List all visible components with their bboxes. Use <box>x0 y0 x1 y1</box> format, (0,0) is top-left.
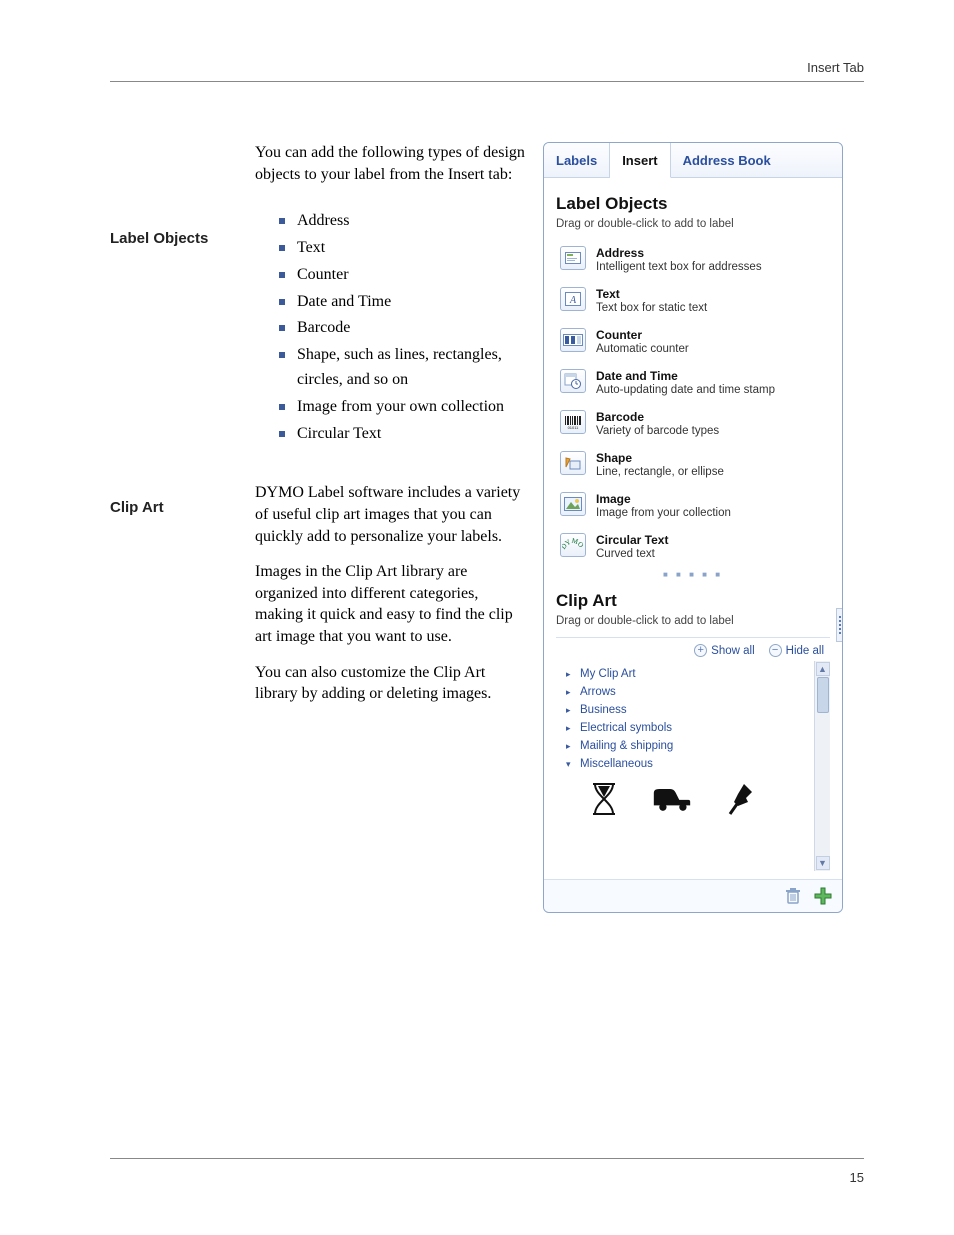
delete-clipart-button[interactable] <box>782 886 804 906</box>
clipart-category[interactable]: My Clip Art <box>566 665 812 683</box>
clipart-category[interactable]: Electrical symbols <box>566 719 812 737</box>
object-desc: Automatic counter <box>596 343 689 355</box>
object-item-address[interactable]: Address Intelligent text box for address… <box>556 240 830 281</box>
object-desc: Variety of barcode types <box>596 425 719 437</box>
object-title: Counter <box>596 328 689 342</box>
tab-insert[interactable]: Insert <box>610 143 670 178</box>
svg-text:A: A <box>569 295 577 306</box>
list-item: Date and Time <box>279 290 525 315</box>
clipart-paragraph: You can also customize the Clip Art libr… <box>255 662 525 705</box>
object-item-image[interactable]: Image Image from your collection <box>556 486 830 527</box>
text-icon: A <box>560 287 586 311</box>
clipart-thumb-pushpin[interactable] <box>720 781 760 817</box>
minus-icon: − <box>769 644 782 657</box>
show-all-button[interactable]: + Show all <box>694 644 754 657</box>
object-title: Image <box>596 492 731 506</box>
object-desc: Text box for static text <box>596 302 707 314</box>
list-item: Counter <box>279 263 525 288</box>
tab-labels[interactable]: Labels <box>544 143 610 177</box>
object-desc: Line, rectangle, or ellipse <box>596 466 724 478</box>
trash-icon <box>785 887 801 905</box>
panel-heading-label-objects: Label Objects <box>556 194 830 214</box>
circular-text-icon: DYMODYMO <box>560 533 586 557</box>
plus-icon <box>814 887 832 905</box>
object-title: Shape <box>596 451 724 465</box>
clipart-paragraph: Images in the Clip Art library are organ… <box>255 561 525 647</box>
list-item: Barcode <box>279 316 525 341</box>
object-title: Barcode <box>596 410 719 424</box>
counter-icon <box>560 328 586 352</box>
scroll-down-arrow-icon[interactable]: ▼ <box>816 856 830 870</box>
clipart-category[interactable]: Miscellaneous <box>566 755 812 773</box>
object-desc: Image from your collection <box>596 507 731 519</box>
heading-clip-art: Clip Art <box>110 499 255 516</box>
barcode-icon: 01011 <box>560 410 586 434</box>
object-item-datetime[interactable]: Date and Time Auto-updating date and tim… <box>556 363 830 404</box>
clipart-category[interactable]: Arrows <box>566 683 812 701</box>
object-item-text[interactable]: A Text Text box for static text <box>556 281 830 322</box>
list-item: Address <box>279 209 525 234</box>
page-header-breadcrumb: Insert Tab <box>110 60 864 82</box>
page-number: 15 <box>850 1170 864 1185</box>
panel-hint-clip-art: Drag or double-click to add to label <box>556 615 830 627</box>
panel-hint-label-objects: Drag or double-click to add to label <box>556 218 830 230</box>
label-objects-bullet-list: Address Text Counter Date and Time Barco… <box>255 209 525 446</box>
add-clipart-button[interactable] <box>812 886 834 906</box>
insert-panel: Labels Insert Address Book Label Objects… <box>543 142 843 913</box>
object-item-circular-text[interactable]: DYMODYMO Circular Text Curved text <box>556 527 830 568</box>
list-item: Text <box>279 236 525 261</box>
panel-resize-handle[interactable] <box>836 608 843 642</box>
svg-text:01011: 01011 <box>568 425 580 429</box>
footer-rule <box>110 1158 864 1159</box>
object-item-counter[interactable]: Counter Automatic counter <box>556 322 830 363</box>
object-title: Text <box>596 287 707 301</box>
panel-heading-clip-art: Clip Art <box>556 591 830 611</box>
heading-label-objects: Label Objects <box>110 230 255 247</box>
intro-paragraph: You can add the following types of desig… <box>255 142 525 185</box>
address-icon <box>560 246 586 270</box>
object-title: Date and Time <box>596 369 775 383</box>
hide-all-label: Hide all <box>786 645 824 657</box>
clipart-scrollbar[interactable]: ▲ ▼ <box>814 661 830 871</box>
scroll-thumb[interactable] <box>817 677 829 713</box>
list-item: Circular Text <box>279 422 525 447</box>
svg-text:DYMO: DYMO <box>562 538 584 551</box>
image-icon <box>560 492 586 516</box>
clipart-thumb-hourglass[interactable] <box>584 781 624 817</box>
clipart-paragraph: DYMO Label software includes a variety o… <box>255 482 525 547</box>
plus-icon: + <box>694 644 707 657</box>
object-title: Address <box>596 246 762 260</box>
section-divider-dots: ■ ■ ■ ■ ■ <box>556 568 830 585</box>
object-item-shape[interactable]: Shape Line, rectangle, or ellipse <box>556 445 830 486</box>
datetime-icon <box>560 369 586 393</box>
panel-tabs: Labels Insert Address Book <box>544 143 842 178</box>
object-item-barcode[interactable]: 01011 Barcode Variety of barcode types <box>556 404 830 445</box>
list-item: Shape, such as lines, rectangles, circle… <box>279 343 525 393</box>
hide-all-button[interactable]: − Hide all <box>769 644 824 657</box>
list-item: Image from your own collection <box>279 395 525 420</box>
clipart-category[interactable]: Business <box>566 701 812 719</box>
scroll-up-arrow-icon[interactable]: ▲ <box>816 662 830 676</box>
show-all-label: Show all <box>711 645 754 657</box>
shape-icon <box>560 451 586 475</box>
object-title: Circular Text <box>596 533 668 547</box>
clipart-thumb-truck[interactable] <box>652 781 692 817</box>
object-desc: Intelligent text box for addresses <box>596 261 762 273</box>
object-desc: Curved text <box>596 548 668 560</box>
clipart-category[interactable]: Mailing & shipping <box>566 737 812 755</box>
tab-address-book[interactable]: Address Book <box>671 143 783 177</box>
object-desc: Auto-updating date and time stamp <box>596 384 775 396</box>
